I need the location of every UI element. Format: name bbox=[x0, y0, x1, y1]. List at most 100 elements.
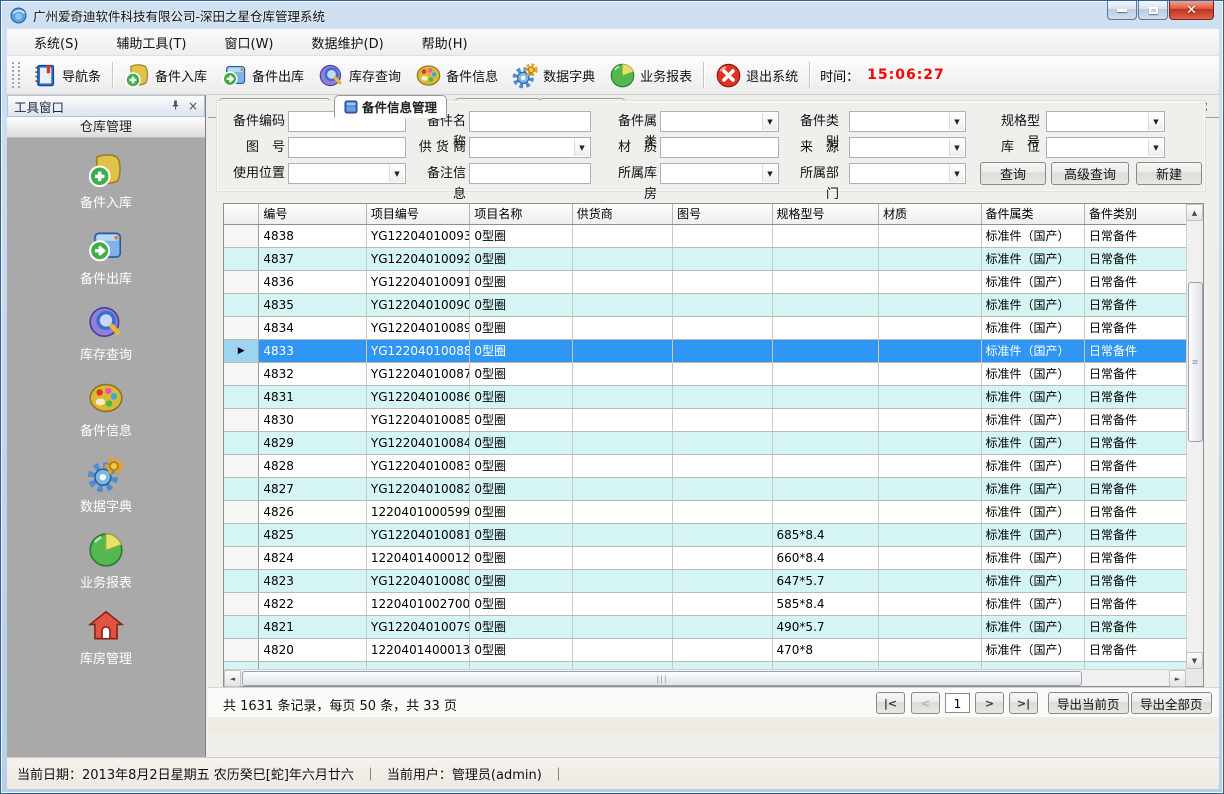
tab-parts-info-management-2[interactable]: 备件信息管理 bbox=[334, 95, 447, 118]
table-row[interactable]: ▶4833YG122040100880型圈标准件（国产）日常备件M bbox=[224, 339, 1186, 362]
table-row[interactable]: 4834YG122040100890型圈标准件（国产）日常备件M bbox=[224, 316, 1186, 339]
column-header[interactable]: 编号 bbox=[259, 204, 367, 224]
data-dictionary-button[interactable]: 数据字典 bbox=[505, 59, 602, 92]
grid-cell: 日常备件 bbox=[1084, 477, 1186, 500]
column-header[interactable]: 图号 bbox=[673, 204, 772, 224]
chevron-down-icon[interactable]: ▼ bbox=[1148, 113, 1163, 130]
chevron-down-icon[interactable]: ▼ bbox=[574, 139, 589, 156]
last-page-button[interactable]: >| bbox=[1009, 692, 1038, 714]
menu-system[interactable]: 系统(S) bbox=[21, 29, 91, 56]
table-row[interactable] bbox=[224, 661, 1186, 669]
scroll-left-icon[interactable]: ◄ bbox=[224, 670, 241, 687]
close-panel-icon[interactable]: × bbox=[188, 99, 198, 113]
form-combo-field[interactable]: ▼ bbox=[660, 163, 779, 184]
sidebar-item-parts-outbound[interactable]: 备件出库 bbox=[80, 227, 132, 287]
scroll-up-icon[interactable]: ▲ bbox=[1186, 204, 1203, 221]
table-row[interactable]: 4837YG122040100920型圈标准件（国产）日常备件M bbox=[224, 247, 1186, 270]
table-row[interactable]: 4836YG122040100910型圈标准件（国产）日常备件M bbox=[224, 270, 1186, 293]
sidebar-item-parts-inbound[interactable]: 备件入库 bbox=[80, 151, 132, 211]
page-number-input[interactable]: 1 bbox=[945, 693, 970, 713]
form-combo-field[interactable]: ▼ bbox=[1046, 111, 1165, 132]
table-row[interactable]: 482412204014000120型圈660*8.4标准件（国产）日常备件PC bbox=[224, 546, 1186, 569]
form-text-field[interactable] bbox=[469, 111, 591, 132]
column-header[interactable]: 备件类别 bbox=[1084, 204, 1186, 224]
form-text-field[interactable] bbox=[469, 163, 591, 184]
column-header[interactable]: 项目名称 bbox=[470, 204, 572, 224]
business-report-button[interactable]: 业务报表 bbox=[602, 59, 699, 92]
maximize-button[interactable] bbox=[1138, 1, 1168, 20]
next-page-button[interactable]: > bbox=[975, 692, 1004, 714]
table-row[interactable]: 482612204010005990型圈标准件（国产）日常备件M bbox=[224, 500, 1186, 523]
vertical-scrollbar[interactable]: ▲ ≡ ▼ bbox=[1186, 204, 1203, 669]
scroll-down-icon[interactable]: ▼ bbox=[1186, 652, 1203, 669]
chevron-down-icon[interactable]: ▼ bbox=[949, 139, 964, 156]
table-row[interactable]: 4821YG122040100790型圈490*5.7标准件（国产）日常备件PC bbox=[224, 615, 1186, 638]
table-row[interactable]: 4829YG122040100840型圈标准件（国产）日常备件M bbox=[224, 431, 1186, 454]
form-combo-field[interactable]: ▼ bbox=[660, 111, 779, 132]
table-row[interactable]: 4827YG122040100820型圈标准件（国产）日常备件M bbox=[224, 477, 1186, 500]
chevron-down-icon[interactable]: ▼ bbox=[762, 165, 777, 182]
parts-outbound-button[interactable]: 备件出库 bbox=[214, 59, 311, 92]
form-combo-field[interactable]: ▼ bbox=[849, 137, 966, 158]
form-combo-field[interactable]: ▼ bbox=[469, 137, 591, 158]
chevron-down-icon[interactable]: ▼ bbox=[389, 165, 404, 182]
query-button[interactable]: 查询 bbox=[980, 162, 1046, 185]
grid-cell bbox=[673, 546, 772, 569]
menu-tools[interactable]: 辅助工具(T) bbox=[103, 29, 199, 56]
parts-inbound-button[interactable]: 备件入库 bbox=[117, 59, 214, 92]
form-combo-field[interactable]: ▼ bbox=[849, 111, 966, 132]
table-row[interactable]: 4838YG122040100930型圈标准件（国产）日常备件M bbox=[224, 224, 1186, 247]
menu-help[interactable]: 帮助(H) bbox=[409, 29, 481, 56]
table-row[interactable]: 4831YG122040100860型圈标准件（国产）日常备件M bbox=[224, 385, 1186, 408]
sidebar-item-data-dictionary[interactable]: 数据字典 bbox=[80, 455, 132, 515]
advanced-query-button[interactable]: 高级查询 bbox=[1051, 162, 1129, 185]
column-header[interactable]: 备件属类 bbox=[981, 204, 1084, 224]
chevron-down-icon[interactable]: ▼ bbox=[762, 113, 777, 130]
table-row[interactable]: 4832YG122040100870型圈标准件（国产）日常备件M bbox=[224, 362, 1186, 385]
grid-cell: 日常备件 bbox=[1084, 385, 1186, 408]
sidebar-item-parts-info[interactable]: 备件信息 bbox=[80, 379, 132, 439]
table-row[interactable]: 4835YG122040100900型圈标准件（国产）日常备件M bbox=[224, 293, 1186, 316]
chevron-down-icon[interactable]: ▼ bbox=[949, 113, 964, 130]
first-page-button[interactable]: |< bbox=[876, 692, 905, 714]
export-current-page-button[interactable]: 导出当前页 bbox=[1048, 692, 1129, 714]
export-all-pages-button[interactable]: 导出全部页 bbox=[1131, 692, 1212, 714]
sidebar-item-business-report[interactable]: 业务报表 bbox=[80, 531, 132, 591]
stock-query-button[interactable]: 库存查询 bbox=[311, 59, 408, 92]
form-text-field[interactable] bbox=[660, 137, 779, 158]
table-row[interactable]: 482212204010027000型圈585*8.4标准件（国产）日常备件PC bbox=[224, 592, 1186, 615]
table-row[interactable]: 482012204014000130型圈470*8标准件（国产）日常备件PC bbox=[224, 638, 1186, 661]
form-combo-field[interactable]: ▼ bbox=[1046, 137, 1165, 158]
table-row[interactable]: 4828YG122040100830型圈标准件（国产）日常备件M bbox=[224, 454, 1186, 477]
table-row[interactable]: 4825YG122040100810型圈685*8.4标准件（国产）日常备件PC bbox=[224, 523, 1186, 546]
horizontal-scrollbar[interactable]: ◄ ||| ► bbox=[224, 669, 1186, 686]
column-header[interactable]: 供货商 bbox=[572, 204, 672, 224]
vertical-scroll-thumb[interactable]: ≡ bbox=[1188, 282, 1203, 442]
table-row[interactable]: 4830YG122040100850型圈标准件（国产）日常备件M bbox=[224, 408, 1186, 431]
form-text-field[interactable] bbox=[288, 137, 406, 158]
form-combo-field[interactable]: ▼ bbox=[849, 163, 966, 184]
scroll-right-icon[interactable]: ► bbox=[1169, 670, 1186, 687]
exit-system-button[interactable]: 退出系统 bbox=[708, 59, 805, 92]
column-header[interactable]: 项目编号 bbox=[366, 204, 469, 224]
new-button[interactable]: 新建 bbox=[1136, 162, 1202, 185]
close-button[interactable]: ✕ bbox=[1169, 1, 1214, 20]
horizontal-scroll-thumb[interactable]: ||| bbox=[242, 671, 1082, 686]
pin-icon[interactable] bbox=[171, 99, 180, 114]
form-combo-field[interactable]: ▼ bbox=[288, 163, 406, 184]
toolbar-grip[interactable] bbox=[12, 62, 20, 88]
table-row[interactable]: 4823YG122040100800型圈647*5.7标准件（国产）日常备件PC bbox=[224, 569, 1186, 592]
sidebar-item-warehouse-management[interactable]: 库房管理 bbox=[80, 607, 132, 667]
parts-info-button[interactable]: 备件信息 bbox=[408, 59, 505, 92]
chevron-down-icon[interactable]: ▼ bbox=[1148, 139, 1163, 156]
navbar-button[interactable]: 导航条 bbox=[24, 59, 108, 92]
sidebar-item-stock-query[interactable]: 库存查询 bbox=[80, 303, 132, 363]
menu-window[interactable]: 窗口(W) bbox=[212, 29, 287, 56]
prev-page-button[interactable]: < bbox=[911, 692, 940, 714]
column-header[interactable]: 材质 bbox=[879, 204, 981, 224]
chevron-down-icon[interactable]: ▼ bbox=[949, 165, 964, 182]
minimize-button[interactable] bbox=[1107, 1, 1137, 20]
grid-cell: 4836 bbox=[259, 270, 367, 293]
column-header[interactable]: 规格型号 bbox=[772, 204, 879, 224]
menu-data[interactable]: 数据维护(D) bbox=[299, 29, 397, 56]
